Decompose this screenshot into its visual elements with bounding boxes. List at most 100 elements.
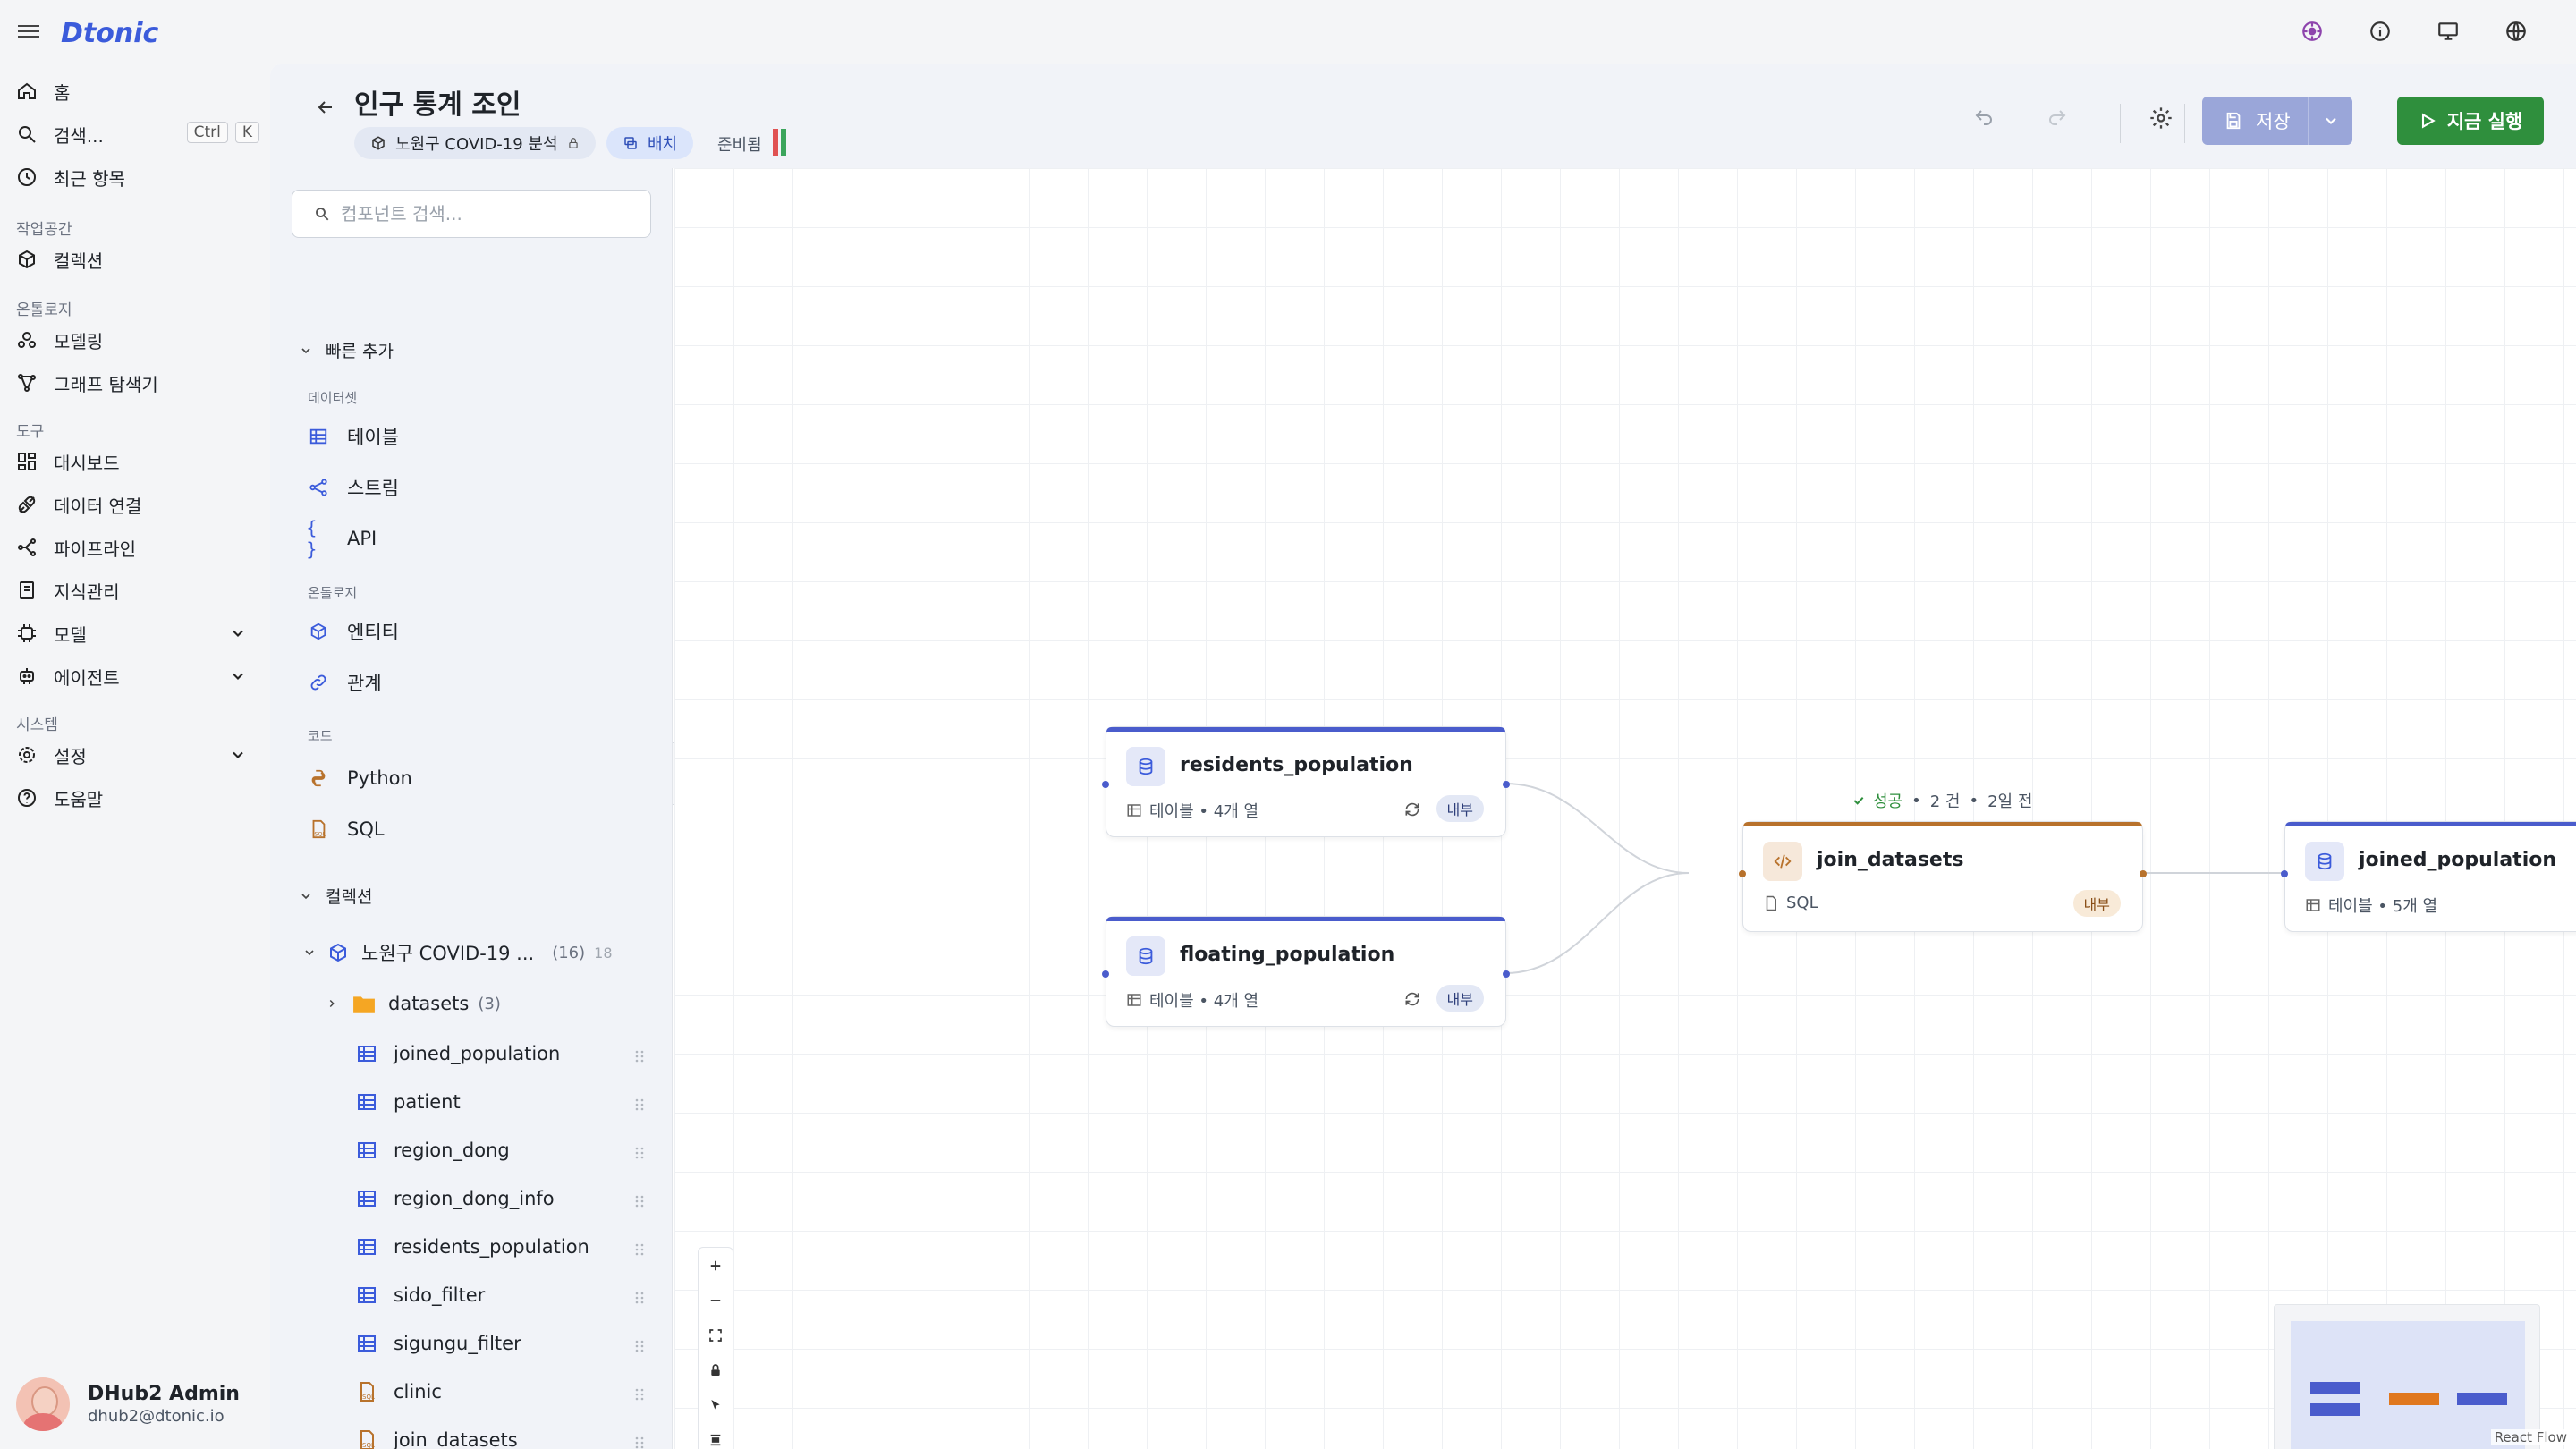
component-stream[interactable]: 스트림 [306, 470, 399, 505]
chevron-down-icon [301, 893, 310, 899]
collection-chip[interactable]: 노원구 COVID-19 분석 [354, 127, 596, 159]
component-label: Python [347, 767, 412, 789]
tree-item[interactable]: SQL join_datasets [354, 1422, 649, 1449]
edge-residents-join [1504, 783, 1690, 874]
drag-handle-icon[interactable] [635, 1191, 644, 1213]
node-floating-population[interactable]: floating_population 테이블 • 4개 열 내부 [1102, 916, 1510, 1027]
node-residents-population[interactable]: residents_population 테이블 • 4개 열 내부 [1102, 726, 1510, 837]
tree-item-label: join_datasets [394, 1429, 518, 1449]
component-search-input[interactable] [341, 203, 645, 225]
section-label-workspace: 작업공간 [16, 221, 72, 239]
drag-handle-icon[interactable] [635, 1240, 644, 1261]
zoom-out-button[interactable] [698, 1283, 733, 1318]
tree-item[interactable]: joined_population [354, 1036, 649, 1072]
tree-item[interactable]: SQL clinic [354, 1374, 649, 1410]
run-label: 지금 실행 [2446, 111, 2523, 132]
undo-button[interactable] [1973, 107, 1995, 132]
component-search[interactable] [292, 190, 651, 238]
settings-button[interactable] [2148, 106, 2174, 134]
node-input-handle[interactable] [1739, 870, 1746, 877]
component-sql[interactable]: SQL SQL [306, 811, 385, 847]
component-entity[interactable]: 엔티티 [306, 614, 399, 649]
drag-handle-icon[interactable] [635, 1046, 644, 1068]
drag-handle-icon[interactable] [635, 1385, 644, 1406]
tree-item[interactable]: residents_population [354, 1229, 649, 1265]
node-output-handle[interactable] [2140, 870, 2147, 877]
tree-item[interactable]: region_dong [354, 1132, 649, 1168]
tree-item[interactable]: sido_filter [354, 1277, 649, 1313]
node-input-handle[interactable] [1102, 781, 1109, 788]
drag-handle-icon[interactable] [635, 1433, 644, 1449]
globe-icon[interactable] [2503, 18, 2529, 45]
component-relation[interactable]: 관계 [306, 665, 382, 700]
sidebar-item-help[interactable]: 도움말 [13, 778, 259, 818]
info-icon[interactable] [2367, 18, 2394, 45]
node-input-handle[interactable] [2281, 870, 2288, 877]
run-now-button[interactable]: 지금 실행 [2397, 97, 2544, 145]
minus-icon [710, 1299, 721, 1301]
drag-handle-icon[interactable] [635, 1288, 644, 1309]
chevron-down-icon[interactable] [229, 667, 247, 690]
sidebar-item-agent[interactable]: 에이전트 [13, 657, 259, 696]
node-output-handle[interactable] [1503, 781, 1510, 788]
sidebar-item-data-connection[interactable]: 데이터 연결 [13, 485, 259, 524]
align-button[interactable] [698, 1422, 733, 1449]
quick-add-header[interactable]: 빠른 추가 [299, 338, 394, 362]
sidebar-item-label: 그래프 탐색기 [54, 373, 158, 395]
node-topbar [1106, 727, 1505, 732]
select-mode-button[interactable] [698, 1387, 733, 1422]
monitor-icon[interactable] [2435, 18, 2462, 45]
app-logo[interactable]: Dtonic [61, 18, 158, 49]
component-table[interactable]: 테이블 [306, 419, 399, 454]
tree-item[interactable]: sigungu_filter [354, 1326, 649, 1361]
sidebar-item-home[interactable]: 홈 [13, 72, 259, 111]
component-api[interactable]: { } API [306, 517, 377, 560]
chevron-down-icon[interactable] [229, 624, 247, 647]
sidebar-item-modeling[interactable]: 모델링 [13, 320, 259, 360]
drag-handle-icon[interactable] [635, 1095, 644, 1116]
collection-tree-root[interactable]: 노원구 COVID-19 ... (16) 18 [302, 939, 651, 966]
run-status-rows: 2 건 [1929, 792, 1961, 811]
tree-item-label: sigungu_filter [394, 1333, 521, 1354]
node-output-handle[interactable] [1503, 970, 1510, 978]
react-flow-attribution[interactable]: React Flow [2490, 1429, 2571, 1445]
node-join-datasets[interactable]: join_datasets SQL 내부 [1739, 821, 2147, 932]
agent-status-icon[interactable] [2299, 18, 2326, 45]
sidebar-item-dashboard[interactable]: 대시보드 [13, 442, 259, 481]
tree-item[interactable]: patient [354, 1084, 649, 1120]
node-meta-text: 테이블 • 4개 열 [1149, 992, 1259, 1011]
save-dropdown[interactable] [2308, 97, 2352, 145]
cube-icon [330, 943, 346, 962]
sidebar-item-settings[interactable]: 설정 [13, 735, 259, 775]
lock-button[interactable] [698, 1352, 733, 1387]
chevron-down-icon[interactable] [229, 746, 247, 768]
component-python[interactable]: Python [306, 760, 412, 796]
sidebar-item-knowledge[interactable]: 지식관리 [13, 571, 259, 610]
sidebar-item-search[interactable]: 검색... Ctrl K [13, 114, 259, 154]
fit-view-button[interactable] [698, 1318, 733, 1352]
table-icon [354, 1331, 379, 1356]
sidebar-item-graph-explorer[interactable]: 그래프 탐색기 [13, 363, 259, 402]
pipeline-canvas[interactable]: residents_population 테이블 • 4개 열 내부 float… [674, 168, 2576, 1449]
drag-handle-icon[interactable] [635, 1143, 644, 1165]
node-joined-population[interactable]: joined_population 테이블 • 5개 열 내부 [2281, 821, 2576, 932]
node-input-handle[interactable] [1102, 970, 1109, 978]
menu-icon[interactable] [18, 21, 39, 43]
tree-item[interactable]: region_dong_info [354, 1181, 649, 1216]
batch-chip[interactable]: 배치 [606, 127, 694, 159]
canvas-controls [698, 1247, 733, 1449]
save-main[interactable]: 저장 [2202, 97, 2308, 145]
sidebar-item-recent[interactable]: 최근 항목 [13, 157, 259, 197]
zoom-in-button[interactable] [698, 1248, 733, 1283]
folder-datasets[interactable]: datasets (3) [326, 986, 501, 1021]
sidebar-item-pipeline[interactable]: 파이프라인 [13, 528, 259, 567]
user-profile[interactable]: DHub2 Admin dhub2@dtonic.io [16, 1377, 240, 1431]
back-button[interactable] [309, 91, 342, 123]
save-button[interactable]: 저장 [2202, 97, 2352, 145]
sidebar-item-model[interactable]: 모델 [13, 614, 259, 653]
redo-button[interactable] [2046, 107, 2068, 132]
collection-section-header[interactable]: 컬렉션 [299, 884, 372, 908]
sidebar-item-collection[interactable]: 컬렉션 [13, 240, 259, 279]
drag-handle-icon[interactable] [635, 1336, 644, 1358]
minimap[interactable] [2274, 1304, 2540, 1449]
